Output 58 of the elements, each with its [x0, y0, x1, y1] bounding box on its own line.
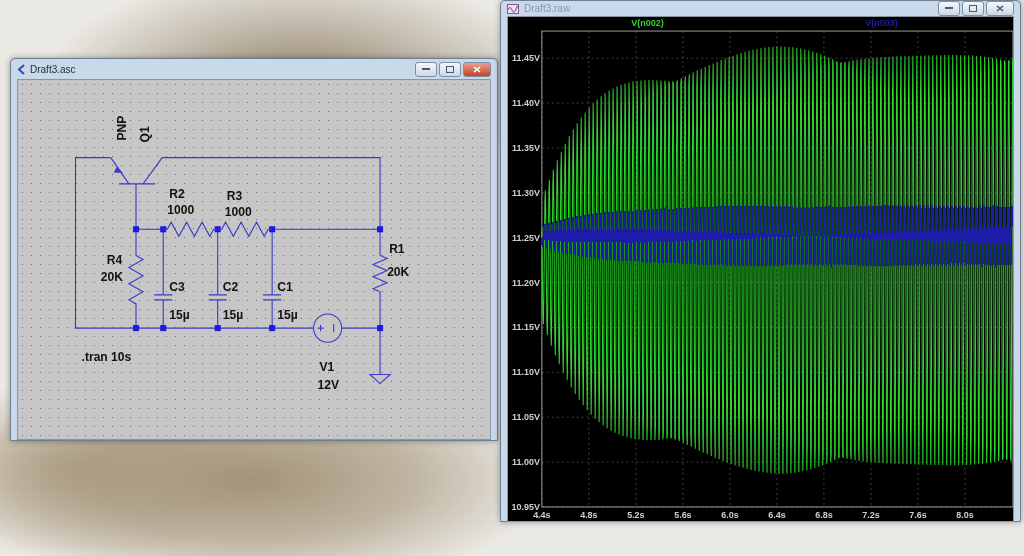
waveform-icon — [507, 3, 519, 14]
y-tick-label: 11.30V — [511, 187, 540, 198]
maximize-button[interactable] — [439, 61, 461, 77]
component-value-label: 12V — [317, 377, 340, 392]
minimize-icon — [945, 7, 953, 10]
component-value-label: 1000 — [224, 205, 252, 220]
component-name-label: R4 — [106, 252, 123, 267]
x-tick-label: 6.4s — [768, 509, 786, 520]
x-tick-label: 4.4s — [533, 509, 551, 520]
component-value-label: 15µ — [277, 308, 298, 323]
component-type-label: PNP — [114, 115, 129, 141]
minimize-icon — [422, 67, 430, 71]
x-tick-label: 4.8s — [580, 509, 598, 520]
component-name-label: R3 — [226, 189, 243, 203]
y-tick-label: 11.10V — [511, 367, 540, 378]
x-tick-label: 6.8s — [815, 509, 833, 520]
y-tick-label: 10.95V — [511, 501, 540, 512]
component-value-label: 1000 — [167, 203, 195, 218]
y-tick-label: 11.35V — [511, 142, 540, 153]
trace-name: V(n002) — [631, 18, 664, 29]
x-tick-label: 8.0s — [956, 509, 974, 520]
component-name-label: R2 — [169, 187, 185, 201]
component-name-label: Q1 — [138, 126, 153, 143]
component-name-label: R1 — [389, 242, 405, 257]
close-button[interactable] — [463, 61, 491, 77]
x-tick-label: 6.0s — [721, 509, 739, 520]
component-value-label: 15µ — [169, 308, 190, 323]
minimize-button[interactable] — [938, 1, 960, 16]
y-tick-label: 11.45V — [511, 53, 540, 64]
x-tick-label: 5.2s — [627, 509, 645, 520]
component-value-label: 15µ — [222, 308, 244, 323]
y-tick-label: 11.05V — [511, 412, 540, 423]
y-tick-label: 11.00V — [511, 457, 540, 468]
component-name-label: C1 — [277, 279, 293, 294]
maximize-button[interactable] — [962, 1, 984, 16]
close-icon — [996, 5, 1004, 12]
y-tick-label: 11.20V — [511, 277, 540, 288]
component-name-label: C2 — [222, 279, 239, 294]
x-tick-label: 7.2s — [862, 509, 880, 520]
x-tick-label: 7.6s — [909, 509, 927, 520]
app-icon — [17, 63, 25, 75]
component-name-label: V1 — [319, 360, 335, 375]
close-button[interactable] — [986, 1, 1014, 16]
simulation-directive: .tran 10s — [81, 350, 132, 365]
window-title: Draft3.asc — [30, 63, 77, 75]
trace-name: V(n003) — [865, 18, 898, 29]
close-icon — [473, 65, 481, 73]
y-tick-label: 11.25V — [511, 232, 540, 243]
component-value-label: 20K — [387, 264, 410, 279]
window-title: Draft3.raw — [524, 3, 572, 14]
y-tick-label: 11.15V — [511, 322, 540, 333]
component-value-label: 20K — [100, 269, 123, 284]
x-tick-label: 5.6s — [674, 509, 692, 520]
y-tick-label: 11.40V — [511, 98, 540, 109]
maximize-icon — [969, 5, 977, 12]
component-name-label: C3 — [169, 279, 185, 294]
minimize-button[interactable] — [415, 61, 437, 77]
maximize-icon — [446, 65, 454, 73]
